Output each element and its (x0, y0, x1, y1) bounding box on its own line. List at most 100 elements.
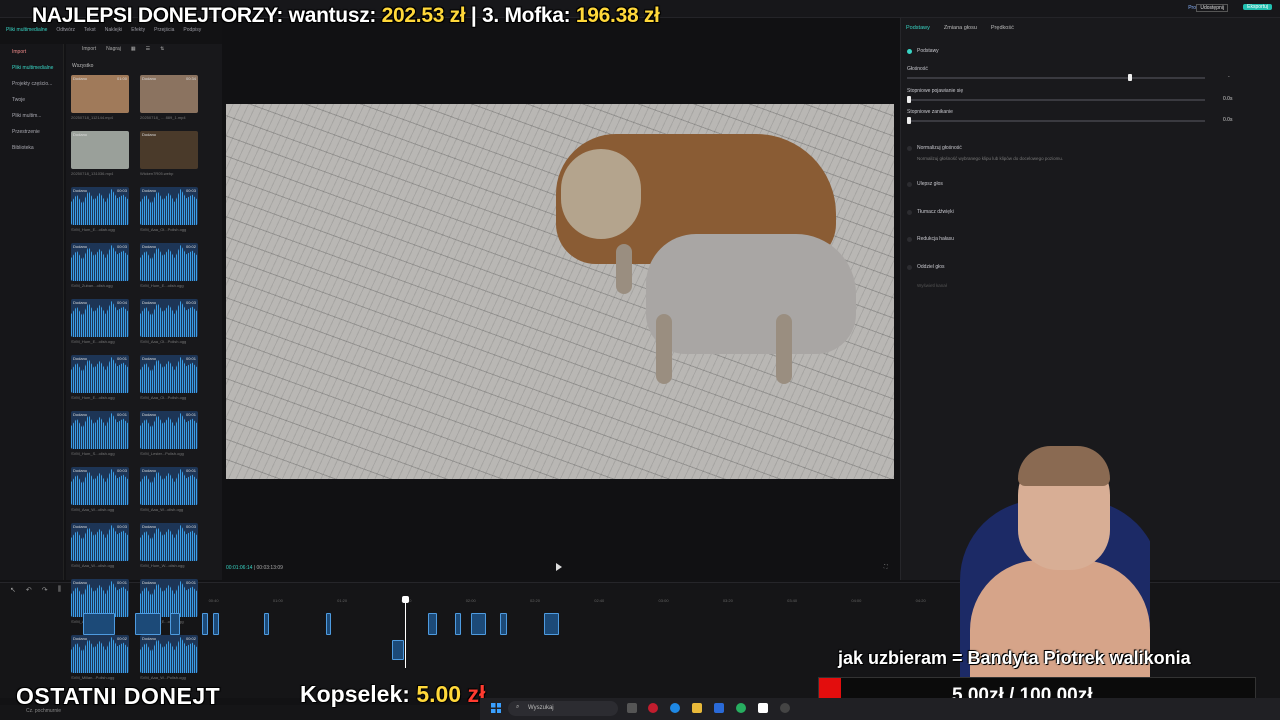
fadein-value[interactable]: 0.0s (1223, 96, 1232, 102)
timeline-clip[interactable] (202, 613, 208, 635)
sidebar-item-projects[interactable]: Projekty częścio... (0, 76, 63, 92)
added-badge: Dodano (142, 188, 157, 193)
taskbar-search[interactable]: ⌕ Wyszukaj (508, 701, 618, 716)
duration-label: 00:01 (185, 412, 196, 417)
media-thumbnail[interactable]: Dodano (140, 131, 198, 169)
sort-icon[interactable]: ⇅ (160, 46, 164, 56)
audio-thumbnail[interactable]: Dodano 00:01 (140, 411, 198, 449)
normalize-checkbox[interactable] (907, 146, 912, 151)
sidebar-item-library[interactable]: Biblioteka (0, 140, 63, 156)
play-icon[interactable] (556, 563, 562, 571)
timeline-clip[interactable] (213, 613, 219, 635)
media-thumbnail[interactable]: Dodano 01:00 (71, 75, 129, 113)
split-icon[interactable]: ⫼ (58, 586, 61, 594)
audio-thumbnail[interactable]: Dodano 00:03 (140, 299, 198, 337)
sidebar-item-import[interactable]: Import (0, 44, 63, 60)
timeline-clip[interactable] (500, 613, 507, 635)
translate-checkbox[interactable] (907, 210, 912, 215)
audio-thumbnail[interactable]: Dodano 00:02 (140, 635, 198, 673)
isolate-checkbox[interactable] (907, 265, 912, 270)
tab-basics[interactable]: Podstawy (906, 25, 930, 31)
app-icon[interactable] (736, 703, 746, 713)
list-view-icon[interactable]: ☰ (146, 46, 150, 56)
app-icon[interactable] (714, 703, 724, 713)
denoise-checkbox[interactable] (907, 237, 912, 242)
sidebar-item-yours[interactable]: Twoje (0, 92, 63, 108)
audio-thumbnail[interactable]: Dodano 00:01 (71, 411, 129, 449)
audio-thumbnail[interactable]: Dodano 00:01 (71, 355, 129, 393)
timeline-clip[interactable] (428, 613, 437, 635)
redo-icon[interactable]: ↷ (42, 586, 48, 594)
timeline-clip[interactable] (471, 613, 486, 635)
import-button[interactable]: Import (82, 46, 96, 56)
timeline-clip[interactable] (455, 613, 461, 635)
timeline-clip[interactable] (264, 613, 269, 635)
audio-thumbnail[interactable]: Dodano 00:01 (140, 355, 198, 393)
menu-item[interactable]: Przejścia (154, 27, 174, 39)
audio-thumbnail[interactable]: Dodano 00:02 (140, 243, 198, 281)
timeline-clip[interactable] (544, 613, 559, 635)
menu-item[interactable]: Naklejki (105, 27, 123, 39)
menu-item[interactable]: Efekty (131, 27, 145, 39)
undo-icon[interactable]: ↶ (26, 586, 32, 594)
audio-thumbnail[interactable]: Dodano 00:01 (140, 467, 198, 505)
edge-icon[interactable] (670, 703, 680, 713)
audio-thumbnail[interactable]: Dodano 00:01 (140, 579, 198, 617)
media-thumbnail[interactable]: Dodano (71, 131, 129, 169)
audio-thumbnail[interactable]: Dodano 00:02 (71, 635, 129, 673)
task-view-icon[interactable] (627, 703, 637, 713)
playhead[interactable] (405, 598, 406, 668)
explorer-icon[interactable] (692, 703, 702, 713)
video-preview[interactable] (226, 104, 894, 479)
select-tool-icon[interactable]: ↖ (10, 586, 16, 594)
timeline-clip[interactable] (326, 613, 331, 635)
menu-item[interactable]: Podpisy (183, 27, 201, 39)
menu-item[interactable]: Pliki multimedialne (6, 27, 47, 39)
added-badge: Dodano (142, 636, 157, 641)
audio-thumbnail[interactable]: Dodano 00:03 (71, 187, 129, 225)
volume-slider-knob[interactable] (1128, 74, 1132, 81)
fadein-slider[interactable] (907, 99, 1205, 101)
audio-thumbnail[interactable]: Dodano 00:03 (71, 243, 129, 281)
windows-start-icon[interactable] (491, 703, 501, 713)
audio-thumbnail[interactable]: Dodano 00:03 (140, 187, 198, 225)
fullscreen-icon[interactable]: ⛶ (884, 564, 888, 570)
volume-slider[interactable] (907, 77, 1205, 79)
grid-view-icon[interactable]: ▦ (131, 46, 136, 56)
media-filename: SVM_Millan...Polish.ogg (71, 675, 115, 680)
opera-icon[interactable] (648, 703, 658, 713)
sidebar-item-spaces[interactable]: Przestrzenie (0, 124, 63, 140)
audio-thumbnail[interactable]: Dodano 00:01 (71, 579, 129, 617)
fadeout-value[interactable]: 0.0s (1223, 117, 1232, 123)
duration-label: 00:02 (185, 636, 196, 641)
tab-speed[interactable]: Prędkość (991, 25, 1014, 31)
timeline-clip[interactable] (83, 613, 115, 635)
app-icon[interactable] (780, 703, 790, 713)
fadein-knob[interactable] (907, 96, 911, 103)
audio-thumbnail[interactable]: Dodano 00:03 (140, 523, 198, 561)
timeline-clip[interactable] (170, 613, 180, 635)
media-thumbnail[interactable]: Dodano 00:34 (140, 75, 198, 113)
enhance-checkbox[interactable] (907, 182, 912, 187)
share-button[interactable]: Udostępnij (1196, 4, 1228, 12)
sidebar-item-media[interactable]: Pliki multimedialne (0, 60, 63, 76)
record-button[interactable]: Nagraj (106, 46, 121, 56)
audio-thumbnail[interactable]: Dodano 00:03 (71, 467, 129, 505)
timeline-clip[interactable] (135, 613, 161, 635)
menu-item[interactable]: Tekst (84, 27, 96, 39)
fadeout-slider[interactable] (907, 120, 1205, 122)
media-filename: SVM_Hum_E...ollah.ogg (71, 227, 115, 232)
fadeout-knob[interactable] (907, 117, 911, 124)
sidebar-item-files[interactable]: Pliki multim... (0, 108, 63, 124)
audio-thumbnail[interactable]: Dodano 00:04 (71, 299, 129, 337)
capcut-icon[interactable] (758, 703, 768, 713)
pro-badge[interactable]: Pro (1188, 5, 1196, 11)
export-button[interactable]: Eksportuj (1243, 4, 1272, 10)
timeline-audio-clip[interactable] (392, 640, 404, 660)
tab-voice-change[interactable]: Zmiana głosu (944, 25, 977, 31)
volume-value[interactable]: - (1228, 74, 1230, 80)
playhead-handle[interactable] (402, 596, 409, 603)
section-toggle[interactable] (907, 49, 912, 54)
menu-item[interactable]: Odtwórz (56, 27, 75, 39)
audio-thumbnail[interactable]: Dodano 00:03 (71, 523, 129, 561)
